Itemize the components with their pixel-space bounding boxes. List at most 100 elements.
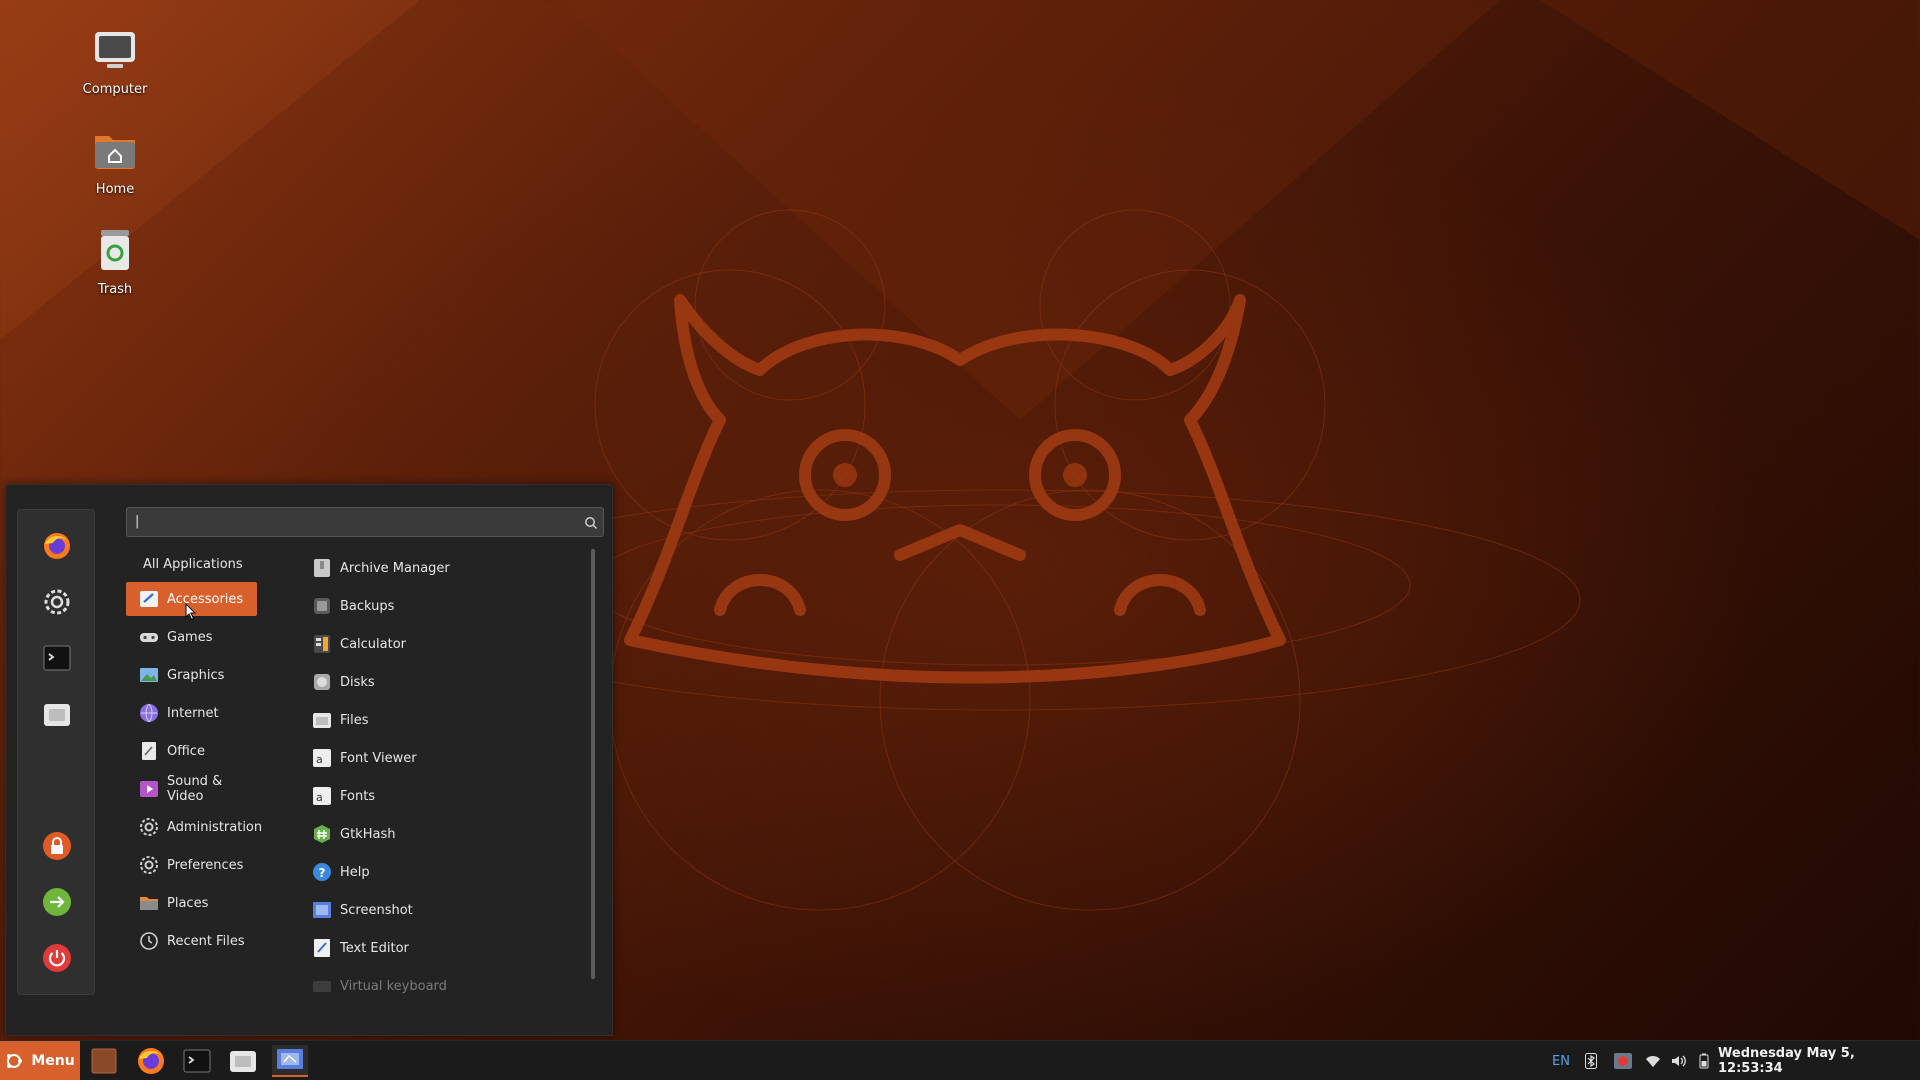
category-label: Preferences [167,857,244,873]
update-shield-icon [1614,1053,1632,1069]
category-office[interactable]: Office [126,734,257,768]
gtkhash-icon [314,825,330,843]
favorite-firefox[interactable] [41,530,73,562]
app-files[interactable]: Files [304,703,574,737]
app-text-editor[interactable]: Text Editor [304,931,574,965]
gamepad-icon [140,633,158,642]
sound-tray[interactable] [1668,1041,1690,1080]
favorite-settings[interactable] [41,586,73,618]
show-desktop-button[interactable] [86,1045,122,1077]
gear-icon [44,589,70,615]
preferences-icon [140,856,158,874]
multimedia-icon [140,781,158,797]
taskbar-launcher-terminal[interactable] [179,1045,215,1077]
category-label: Office [167,743,205,759]
office-icon [142,742,156,760]
category-recent-files[interactable]: Recent Files [126,924,257,958]
files-icon [230,1051,256,1072]
category-label: Administration [167,819,263,835]
lock-screen-button[interactable] [41,830,73,862]
folder-icon [140,897,158,910]
app-label: Calculator [340,636,407,652]
battery-tray[interactable] [1694,1041,1714,1080]
category-sound-video[interactable]: Sound & Video [126,772,257,806]
category-games[interactable]: Games [126,620,257,654]
search-icon[interactable] [584,516,598,530]
app-label: Virtual keyboard [340,978,447,994]
app-font-viewer[interactable]: a Font Viewer [304,741,574,775]
clock-history-icon [140,932,158,950]
administration-icon [140,818,158,836]
taskbar-launcher-files[interactable] [225,1045,261,1077]
keyboard-layout-indicator[interactable]: EN [1547,1041,1575,1080]
volume-icon [1672,1055,1686,1067]
screenshot-window-icon [277,1049,303,1069]
app-archive-manager[interactable]: Archive Manager [304,551,574,585]
lock-icon [43,832,71,860]
category-preferences[interactable]: Preferences [126,848,257,882]
globe-icon [140,703,158,723]
favorites-sidebar [17,509,95,995]
desktop-icon-trash[interactable]: Trash [60,222,170,297]
desktop-icon-computer[interactable]: Computer [60,22,170,97]
home-folder-icon [87,122,143,178]
trash-icon [87,222,143,278]
menu-button[interactable]: Menu [0,1041,80,1080]
app-virtual-keyboard[interactable]: Virtual keyboard [304,969,574,1003]
app-list-scrollbar[interactable] [591,549,595,979]
app-label: Text Editor [340,940,409,956]
app-fonts[interactable]: a Fonts [304,779,574,813]
search-input[interactable]: | [126,507,604,537]
files-icon [44,704,70,726]
network-tray[interactable] [1642,1041,1664,1080]
app-calculator[interactable]: Calculator [304,627,574,661]
calculator-icon [314,635,330,653]
show-desktop-icon [91,1048,117,1074]
desktop-icon-label: Home [95,182,135,197]
app-label: Archive Manager [340,560,450,576]
app-backups[interactable]: Backups [304,589,574,623]
menu-button-label: Menu [31,1053,75,1069]
category-places[interactable]: Places [126,886,257,920]
firefox-icon [44,533,70,559]
wifi-icon [1646,1056,1660,1067]
favorite-terminal[interactable] [41,642,73,674]
category-label: Games [167,629,213,645]
help-icon: ? [313,863,331,881]
category-all-applications[interactable]: All Applications [126,547,257,581]
clock[interactable]: Wednesday May 5, 12:53:34 [1718,1041,1918,1080]
update-tray[interactable] [1610,1041,1636,1080]
logout-icon [43,888,71,916]
taskbar-launcher-firefox[interactable] [133,1045,169,1077]
favorite-files[interactable] [41,698,73,730]
text-editor-icon [314,939,330,957]
category-administration[interactable]: Administration [126,810,262,844]
category-graphics[interactable]: Graphics [126,658,257,692]
app-label: Font Viewer [340,750,417,766]
svg-text:?: ? [319,866,326,880]
category-label: Places [167,895,209,911]
mouse-pointer-icon [185,603,197,621]
archive-manager-icon [314,559,330,577]
logout-button[interactable] [41,886,73,918]
app-gtkhash[interactable]: GtkHash [304,817,574,851]
desktop-icon-home[interactable]: Home [60,122,170,197]
app-screenshot[interactable]: Screenshot [304,893,574,927]
app-disks[interactable]: Disks [304,665,574,699]
app-label: Fonts [340,788,376,804]
category-label: Internet [167,705,219,721]
desktop-icon-label: Computer [82,82,148,97]
category-internet[interactable]: Internet [126,696,257,730]
power-icon [43,944,71,972]
bluetooth-tray[interactable] [1580,1041,1602,1080]
backups-icon [314,598,330,614]
taskbar-window-screenshot[interactable] [272,1045,308,1077]
category-label: Sound & Video [167,774,223,804]
app-help[interactable]: ? Help [304,855,574,889]
accessories-icon [140,591,158,607]
firefox-icon [138,1048,164,1074]
files-icon [313,713,331,728]
application-menu: | All Applications Accessories Games Gra… [5,484,613,1036]
shutdown-button[interactable] [41,942,73,974]
svg-text:a: a [316,753,323,766]
